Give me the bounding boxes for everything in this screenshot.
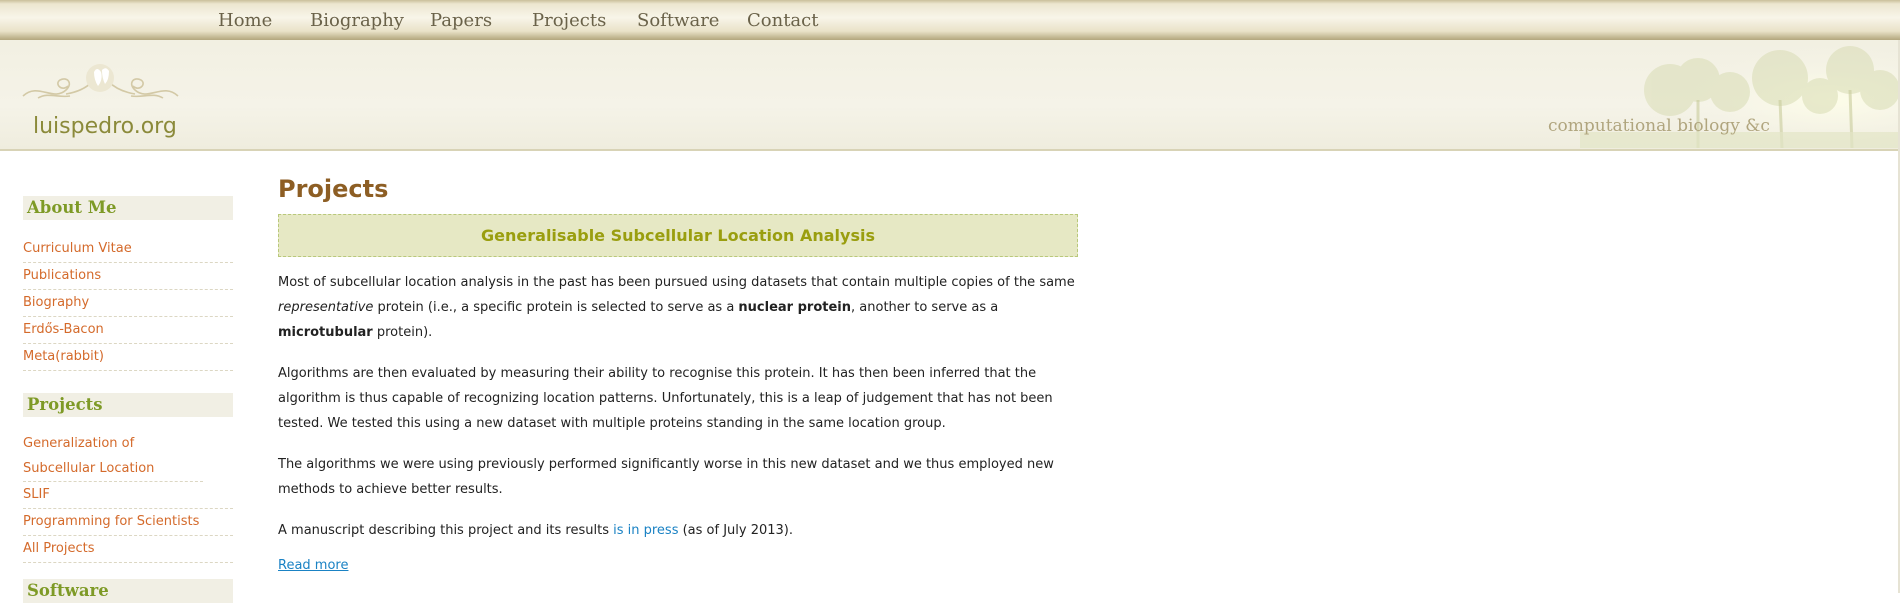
sidebar-list-about-me: Curriculum Vitae Publications Biography … — [23, 236, 233, 371]
sidebar-item-all-projects[interactable]: All Projects — [23, 536, 233, 563]
sidebar-heading-software: Software — [23, 579, 233, 603]
nav-home-link[interactable]: Home — [218, 10, 272, 31]
paragraph-1-text-d: protein). — [372, 325, 433, 340]
sidebar-list-projects: Generalization of Subcellular Location S… — [23, 431, 233, 563]
paragraph-1-text-c: , another to serve as a — [851, 300, 999, 315]
nav-biography-link[interactable]: Biography — [310, 10, 404, 31]
sidebar-item-curriculum-vitae[interactable]: Curriculum Vitae — [23, 236, 233, 263]
paragraph-4: A manuscript describing this project and… — [278, 518, 1078, 543]
sidebar-heading-projects: Projects — [23, 393, 233, 417]
article-title[interactable]: Generalisable Subcellular Location Analy… — [481, 226, 875, 245]
sidebar-heading-about-me: About Me — [23, 196, 233, 220]
top-nav-bar: Home Biography Papers Projects Software … — [0, 0, 1900, 40]
in-press-link[interactable]: is in press — [613, 523, 678, 538]
sidebar: About Me Curriculum Vitae Publications B… — [23, 196, 233, 603]
article-title-box: Generalisable Subcellular Location Analy… — [278, 214, 1078, 257]
strong-nuclear-protein: nuclear protein — [738, 300, 852, 315]
nav-papers-link[interactable]: Papers — [430, 10, 492, 31]
sidebar-item-meta-rabbit[interactable]: Meta(rabbit) — [23, 344, 233, 371]
site-header: luispedro.org computational biology &c — [0, 40, 1900, 151]
paragraph-1-text-b: protein (i.e., a specific protein is sel… — [373, 300, 739, 315]
site-tagline: computational biology &c — [1548, 116, 1770, 136]
paragraph-1: Most of subcellular location analysis in… — [278, 270, 1078, 345]
sidebar-item-publications[interactable]: Publications — [23, 263, 233, 290]
sidebar-item-slif[interactable]: SLIF — [23, 482, 233, 509]
paragraph-3: The algorithms we were using previously … — [278, 457, 1054, 497]
read-more-link[interactable]: Read more — [278, 558, 348, 573]
site-name-link[interactable]: luispedro.org — [33, 114, 177, 139]
sidebar-item-generalization[interactable]: Generalization of Subcellular Location — [23, 431, 203, 482]
strong-microtubular: microtubular — [278, 325, 373, 340]
paragraph-1-text-a: Most of subcellular location analysis in… — [278, 275, 1075, 290]
paragraph-4-text-a: A manuscript describing this project and… — [278, 523, 614, 538]
swirl-ornament-icon — [22, 64, 179, 99]
sidebar-item-programming-for-scientists[interactable]: Programming for Scientists — [23, 509, 233, 536]
paragraph-2: Algorithms are then evaluated by measuri… — [278, 366, 1053, 431]
sidebar-item-erdos-bacon[interactable]: Erdős-Bacon — [23, 317, 233, 344]
emphasis-representative: representative — [278, 300, 374, 315]
paragraph-4-text-b: (as of July 2013). — [678, 523, 794, 538]
nav-contact-link[interactable]: Contact — [747, 10, 818, 31]
nav-software-link[interactable]: Software — [637, 10, 719, 31]
main-content: Projects Generalisable Subcellular Locat… — [278, 170, 1078, 573]
nav-projects-link[interactable]: Projects — [532, 10, 606, 31]
sidebar-item-biography[interactable]: Biography — [23, 290, 233, 317]
page-title: Projects — [278, 175, 389, 203]
